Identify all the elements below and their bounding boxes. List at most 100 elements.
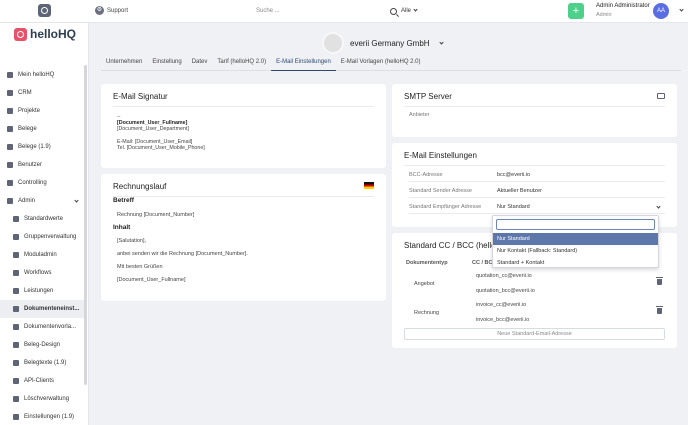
german-flag-icon[interactable] <box>364 182 374 189</box>
sidebar-item-dokumenteneinstellungen[interactable]: Dokumenteneinst... <box>0 300 84 318</box>
admin-icon <box>7 198 13 204</box>
sidebar-item-beleg-design[interactable]: Beleg-Design <box>0 336 84 354</box>
dropdown-option[interactable]: Nur Kontakt (Fallback: Standard) <box>493 245 658 257</box>
sender-address-field[interactable]: Standard Sender Adresse Aktueller Benutz… <box>409 185 665 198</box>
chevron-down-icon[interactable] <box>679 7 684 12</box>
sidebar-item-gruppenverwaltung[interactable]: Gruppenverwaltung <box>0 228 84 246</box>
tab-email-vorlagen[interactable]: E-Mail Vorlagen (helloHQ 2.0) <box>336 56 426 71</box>
tab-einstellung[interactable]: Einstellung <box>147 56 186 71</box>
search-filter-select[interactable]: Alle <box>401 7 418 14</box>
smtp-card: SMTP Server Anbieter <box>392 84 677 137</box>
card-title: SMTP Server <box>404 92 452 101</box>
search-input[interactable]: Suche ... <box>256 8 390 14</box>
sidebar-item-crm[interactable]: CRM <box>0 84 84 102</box>
modules-icon <box>13 252 19 258</box>
divider <box>404 106 665 107</box>
support-link[interactable]: ⚙ Support <box>95 6 128 15</box>
tab-unternehmen[interactable]: Unternehmen <box>101 56 147 71</box>
sidebar-item-label: Admin <box>18 198 36 204</box>
smtp-provider-label[interactable]: Anbieter <box>409 112 430 118</box>
support-label: Support <box>107 7 129 14</box>
user-menu[interactable]: Admin Administrator Admin <box>596 3 650 18</box>
trash-icon[interactable] <box>656 277 663 285</box>
cc-address[interactable]: invoice_cc@everii.io <box>476 302 526 308</box>
app-logo-icon[interactable] <box>38 4 51 17</box>
sidebar-item-workflows[interactable]: Workflows <box>0 264 84 282</box>
card-title: Rechnungslauf <box>113 182 167 191</box>
sidebar-item-einstellungen[interactable]: Einstellungen (1.9) <box>0 408 84 425</box>
inhalt-salutation[interactable]: [Salutation], <box>117 238 146 244</box>
sidebar-item-label: Projekte <box>18 108 41 114</box>
add-button[interactable]: + <box>568 3 584 19</box>
bcc-address-field[interactable]: BCC-Adresse bcc@everii.io <box>409 169 665 182</box>
brand-mark-icon <box>14 27 27 41</box>
field-label: Standard Sender Adresse <box>409 188 472 194</box>
sidebar-item-label: Gruppenverwaltung <box>24 234 77 240</box>
folder-icon <box>7 108 13 114</box>
inhalt-greeting[interactable]: Mit besten Grüßen <box>117 264 163 270</box>
divider <box>404 165 665 166</box>
sidebar-item-mein-hellohq[interactable]: Mein helloHQ <box>0 66 84 84</box>
sidebar-item-label: API-Clients <box>24 378 55 384</box>
trash-icon[interactable] <box>656 306 663 314</box>
user-role: Admin <box>596 12 612 18</box>
bcc-address[interactable]: quotation_bcc@everii.io <box>476 288 535 294</box>
sidebar-item-label: Beleg-Design <box>24 342 61 348</box>
inhalt-body[interactable]: anbei senden wir die Rechnung [Document_… <box>117 251 248 257</box>
chevron-down-icon <box>438 39 444 45</box>
sidebar-item-label: Dokumenteneinst... <box>24 306 80 312</box>
betreff-heading: Betreff <box>113 197 134 204</box>
company-selector[interactable]: everii Germany GmbH <box>322 32 444 54</box>
sidebar-item-label: Moduladmin <box>24 252 57 258</box>
sidebar-item-admin[interactable]: Admin <box>0 192 84 210</box>
signature-email: E-Mail: [Document_User_Email] <box>117 138 193 145</box>
tab-datev[interactable]: Datev <box>187 56 213 71</box>
crm-icon <box>7 90 13 96</box>
cc-address[interactable]: quotation_cc@everii.io <box>476 273 532 279</box>
sidebar-item-label: Controlling <box>18 180 47 186</box>
sidebar-item-belegtexte[interactable]: Belegtexte (1.9) <box>0 354 84 372</box>
avatar[interactable]: AA <box>653 3 669 19</box>
design-icon <box>13 342 19 348</box>
tab-tarif[interactable]: Tarif (helloHQ 2.0) <box>212 56 271 71</box>
sidebar-item-belege[interactable]: Belege <box>0 120 84 138</box>
inhalt-signoff[interactable]: [Document_User_Fullname] <box>117 277 185 283</box>
sidebar-item-api-clients[interactable]: API-Clients <box>0 372 84 390</box>
signature-text[interactable]: -- [Document_User_Fullname] [Document_Us… <box>117 114 205 151</box>
sidebar-scrollbar[interactable] <box>84 65 87 385</box>
dropdown-search-input[interactable] <box>496 219 655 230</box>
sidebar-item-moduladmin[interactable]: Moduladmin <box>0 246 84 264</box>
brand-name: helloHQ <box>30 27 77 41</box>
search-icon[interactable] <box>390 7 397 15</box>
signature-phone: Tel. [Document_User_Mobile_Phone] <box>117 144 205 151</box>
dropdown-option[interactable]: Standard + Kontakt <box>493 257 658 269</box>
sidebar-item-benutzer[interactable]: Benutzer <box>0 156 84 174</box>
document-settings-icon <box>13 306 19 312</box>
betreff-text[interactable]: Rechnung [Document_Number] <box>117 212 194 218</box>
sidebar-item-standardwerte[interactable]: Standardwerte <box>0 210 84 228</box>
global-search[interactable]: Suche ... Alle <box>256 5 426 17</box>
divider <box>113 106 374 107</box>
sidebar-item-controlling[interactable]: Controlling <box>0 174 84 192</box>
sidebar-item-belege-19[interactable]: Belege (1.9) <box>0 138 84 156</box>
gear-icon <box>13 414 19 420</box>
tab-email-einstellungen[interactable]: E-Mail Einstellungen <box>271 56 336 71</box>
signature-card: E-Mail Signatur -- [Document_User_Fullna… <box>101 84 386 168</box>
dropdown-option[interactable]: Nur Standard <box>493 233 658 245</box>
mail-icon[interactable] <box>657 93 665 99</box>
recipient-address-select[interactable]: Standard Empfänger Adresse Nur Standard <box>409 201 665 214</box>
field-label: Standard Empfänger Adresse <box>409 204 482 210</box>
sidebar-item-loeschverwaltung[interactable]: Löschverwaltung <box>0 390 84 408</box>
company-logo <box>322 32 344 54</box>
sidebar-item-projekte[interactable]: Projekte <box>0 102 84 120</box>
bcc-address[interactable]: invoice_bcc@everii.io <box>476 317 529 323</box>
sidebar-item-leistungen[interactable]: Leistungen <box>0 282 84 300</box>
brand-logo[interactable]: helloHQ <box>14 27 76 41</box>
recipient-dropdown-menu: Nur Standard Nur Kontakt (Fallback: Stan… <box>492 215 659 268</box>
new-default-email-button[interactable]: Neue Standard-Email-Adresse <box>404 328 665 340</box>
search-filter-label: Alle <box>401 8 412 14</box>
sidebar-item-label: Mein helloHQ <box>18 72 55 78</box>
sidebar-item-label: Löschverwaltung <box>24 396 70 402</box>
sidebar-item-dokumentenvorlagen[interactable]: Dokumentenvorla... <box>0 318 84 336</box>
user-name: Admin Administrator <box>596 3 650 9</box>
